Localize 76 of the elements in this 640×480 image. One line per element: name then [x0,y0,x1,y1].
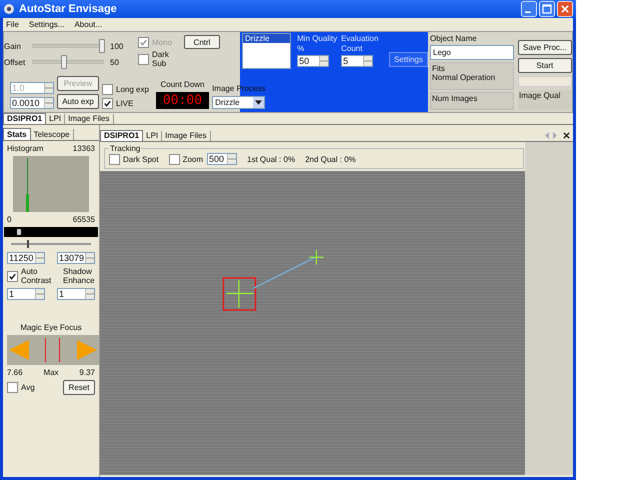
tab[interactable]: Stats [3,128,31,140]
tab[interactable]: LPI [143,131,162,141]
maximize-icon[interactable] [539,1,555,17]
range-min: 0 [7,215,12,224]
checkbox[interactable] [138,54,149,64]
tab[interactable]: LPI [46,114,66,124]
tab[interactable]: DSIPRO1 [3,113,46,124]
focus-label: Magic Eye Focus [19,323,83,332]
control-button[interactable]: Cntrl [184,35,220,49]
high-level-field[interactable]: 13079 [57,252,95,264]
menu-item[interactable]: Settings... [28,20,64,29]
checkbox-label: Mono [152,38,174,47]
checkbox[interactable] [7,382,18,393]
checkbox-label: Auto Contrast [21,267,52,285]
window-title: AutoStar Envisage [19,3,118,15]
focus-min: 7.66 [7,368,23,377]
histogram-value: 13363 [72,144,95,153]
object-name-label: Object Name [430,34,478,43]
slider-value: 50 [110,58,120,66]
save-button[interactable]: Save Proc... [518,40,572,55]
caret-icon [255,100,262,105]
checkbox[interactable] [102,84,113,95]
countdown-label: Count Down [160,80,204,89]
checkbox[interactable] [168,154,180,164]
checkbox-label: Avg [21,383,35,392]
low-level-field[interactable]: 11250 [7,252,45,264]
auto-exposure-button[interactable]: Auto exp [57,94,99,109]
menu-item[interactable]: About... [74,20,102,29]
object-name-field[interactable]: Lego [430,45,514,60]
slider-label: Gain [4,42,22,50]
range-max: 65535 [72,215,95,224]
tab[interactable]: Telescope [30,129,74,140]
settings-button[interactable]: Settings [389,52,428,67]
checkbox[interactable] [7,270,18,282]
status-text: Normal Operation [432,73,496,82]
evaluation-count-label: Evaluation Count [341,34,380,54]
start-button[interactable]: Start [518,58,572,73]
countdown-display: 00:00 [156,92,210,109]
focus-max-label: Max [43,368,59,377]
tracking-title: Tracking [109,144,142,153]
checkbox-label: Dark Spot [123,154,159,164]
focus-max: 9.37 [79,368,95,377]
quality-reading: 1st Qual : 0% [247,154,296,164]
min-quality-label: Min Quality % [297,34,338,54]
reset-button[interactable]: Reset [63,380,95,395]
quality-reading: 2nd Qual : 0% [305,154,356,164]
checkbox-label: Dark Sub [152,50,170,68]
tab[interactable]: Image Files [65,114,114,124]
range-slider[interactable] [4,227,98,237]
num-images-label: Num Images [432,94,478,103]
min-quality-field[interactable]: 50 [297,55,330,67]
contrast-field[interactable]: 1 [7,288,45,300]
image-process-dropdown[interactable]: Drizzle [212,96,266,109]
close-icon[interactable] [563,132,570,139]
image-quality-label: Image Qual [519,91,560,100]
tab[interactable]: Image Files [162,131,210,141]
checkbox[interactable] [102,98,113,109]
slider-value: 100 [110,42,124,50]
shadow-field[interactable]: 1 [57,288,95,300]
checkbox-label: Long exp [116,85,149,94]
app-icon [3,3,15,15]
checkbox-label: LIVE [116,99,134,108]
exposure-field[interactable]: 0.0010 [10,97,54,109]
menu-item[interactable]: File [6,20,19,29]
zoom-field[interactable]: 500 [207,153,238,165]
status-title: Fits [432,64,446,73]
scroll-arrows-icon[interactable] [545,132,557,139]
evaluation-count-field[interactable]: 5 [341,55,374,67]
shadow-enhance-label: Shadow Enhance [63,267,95,285]
list-item[interactable]: Drizzle [243,34,290,43]
minimize-icon[interactable] [521,1,537,17]
checkbox[interactable] [109,154,120,164]
checkbox-label: Zoom [182,154,204,164]
histogram-label: Histogram [7,144,44,153]
slider-label: Offset [4,58,26,66]
tab[interactable]: DSIPRO1 [100,130,144,141]
